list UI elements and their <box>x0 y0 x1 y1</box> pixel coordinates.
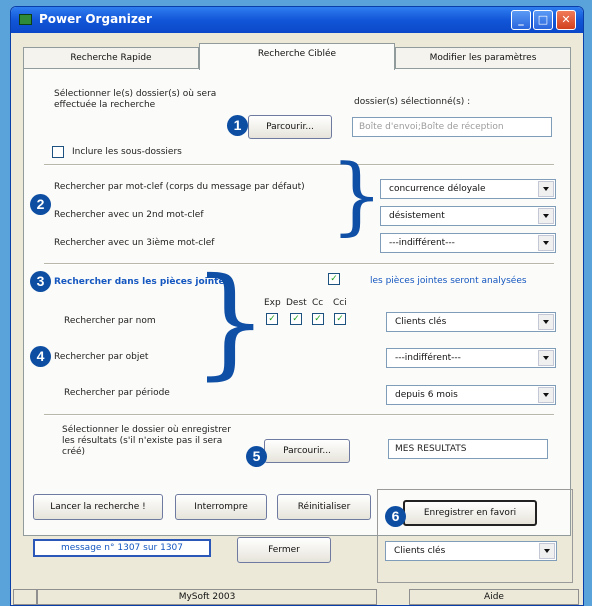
dropdown-arrow-icon[interactable] <box>538 314 554 330</box>
dropdown-arrow-icon[interactable] <box>538 387 554 403</box>
tab-recherche-ciblee[interactable]: Recherche Ciblée <box>199 43 395 70</box>
select-folders-text: Sélectionner le(s) dossier(s) où sera ef… <box>54 89 217 110</box>
header-dest: Dest <box>286 298 307 308</box>
attachments-note: les pièces jointes seront analysées <box>370 276 527 286</box>
dropdown-arrow-icon[interactable] <box>539 543 555 559</box>
selected-folders-label: dossier(s) sélectionné(s) : <box>354 97 471 107</box>
selected-folders-field[interactable]: Boîte d'envoi;Boîte de réception <box>352 117 552 137</box>
tab-modifier-parametres[interactable]: Modifier les paramètres <box>395 47 571 69</box>
header-cci: Cci <box>333 298 347 308</box>
name-value: Clients clés <box>395 317 447 327</box>
results-folder-text: Sélectionner le dossier où enregistrer l… <box>62 425 231 457</box>
power-organizer-window: Power Organizer _ □ ✕ Recherche Rapide R… <box>10 6 584 606</box>
search-panel: Sélectionner le(s) dossier(s) où sera ef… <box>23 68 571 536</box>
dest-checkbox[interactable]: ✓ <box>290 313 302 325</box>
save-favorite-button[interactable]: Enregistrer en favori <box>403 500 537 526</box>
period-select[interactable]: depuis 6 mois <box>386 385 556 405</box>
subfolders-checkbox[interactable] <box>52 146 64 158</box>
header-cc: Cc <box>312 298 324 308</box>
status-center: MySoft 2003 <box>37 589 377 605</box>
separator-2 <box>44 263 554 265</box>
status-left <box>13 589 37 605</box>
close-window-button[interactable]: ✕ <box>556 10 576 30</box>
dropdown-arrow-icon[interactable] <box>538 350 554 366</box>
criteria-brace-icon: } <box>192 253 269 392</box>
keyword2-select[interactable]: désistement <box>380 206 556 226</box>
badge-3: 3 <box>30 271 51 292</box>
search-by-name-label: Rechercher par nom <box>64 316 156 326</box>
keyword1-value: concurrence déloyale <box>389 184 486 194</box>
results-folder-field[interactable]: MES RESULTATS <box>388 439 548 459</box>
minimize-button[interactable]: _ <box>511 10 531 30</box>
browse-results-button[interactable]: Parcourir... <box>264 439 350 463</box>
title-bar[interactable]: Power Organizer _ □ ✕ <box>11 7 583 33</box>
close-button[interactable]: Fermer <box>237 537 331 563</box>
keyword1-select[interactable]: concurrence déloyale <box>380 179 556 199</box>
subject-value: ---indifférent--- <box>395 353 461 363</box>
cci-checkbox[interactable]: ✓ <box>334 313 346 325</box>
separator-3 <box>44 414 554 416</box>
favorite-select[interactable]: Clients clés <box>385 541 557 561</box>
keyword1-label: Rechercher par mot-clef (corps du messag… <box>54 182 305 192</box>
dropdown-arrow-icon[interactable] <box>538 235 554 251</box>
keyword3-label: Rechercher avec un 3ième mot-clef <box>54 238 215 248</box>
keyword2-value: désistement <box>389 211 445 221</box>
keyword2-label: Rechercher avec un 2nd mot-clef <box>54 210 204 220</box>
keywords-brace-icon: } <box>330 146 384 244</box>
status-bar: MySoft 2003 Aide <box>11 587 583 605</box>
badge-2: 2 <box>30 194 51 215</box>
keyword3-value: ---indifférent--- <box>389 238 455 248</box>
subfolders-label: Inclure les sous-dossiers <box>72 147 182 157</box>
help-link[interactable]: Aide <box>409 589 579 605</box>
maximize-button[interactable]: □ <box>533 10 553 30</box>
search-by-period-label: Rechercher par période <box>64 388 170 398</box>
launch-search-button[interactable]: Lancer la recherche ! <box>33 494 163 520</box>
dropdown-arrow-icon[interactable] <box>538 181 554 197</box>
tab-recherche-rapide[interactable]: Recherche Rapide <box>23 47 199 69</box>
dropdown-arrow-icon[interactable] <box>538 208 554 224</box>
window-title: Power Organizer <box>39 12 152 26</box>
message-counter: message n° 1307 sur 1307 <box>33 539 211 557</box>
browse-folders-button[interactable]: Parcourir... <box>248 115 332 139</box>
attachments-checkbox[interactable]: ✓ <box>328 273 340 285</box>
reset-button[interactable]: Réinitialiser <box>277 494 371 520</box>
badge-4: 4 <box>30 346 51 367</box>
period-value: depuis 6 mois <box>395 390 458 400</box>
badge-1: 1 <box>227 115 248 136</box>
favorite-value: Clients clés <box>394 546 446 556</box>
separator-1 <box>44 164 554 166</box>
app-icon <box>19 14 32 25</box>
badge-5: 5 <box>246 446 267 467</box>
tab-bar: Recherche Rapide Recherche Ciblée Modifi… <box>23 43 571 70</box>
badge-6: 6 <box>385 506 406 527</box>
cc-checkbox[interactable]: ✓ <box>312 313 324 325</box>
keyword3-select[interactable]: ---indifférent--- <box>380 233 556 253</box>
search-by-subject-label: Rechercher par objet <box>54 352 149 362</box>
subject-select[interactable]: ---indifférent--- <box>386 348 556 368</box>
interrupt-button[interactable]: Interrompre <box>175 494 267 520</box>
name-select[interactable]: Clients clés <box>386 312 556 332</box>
